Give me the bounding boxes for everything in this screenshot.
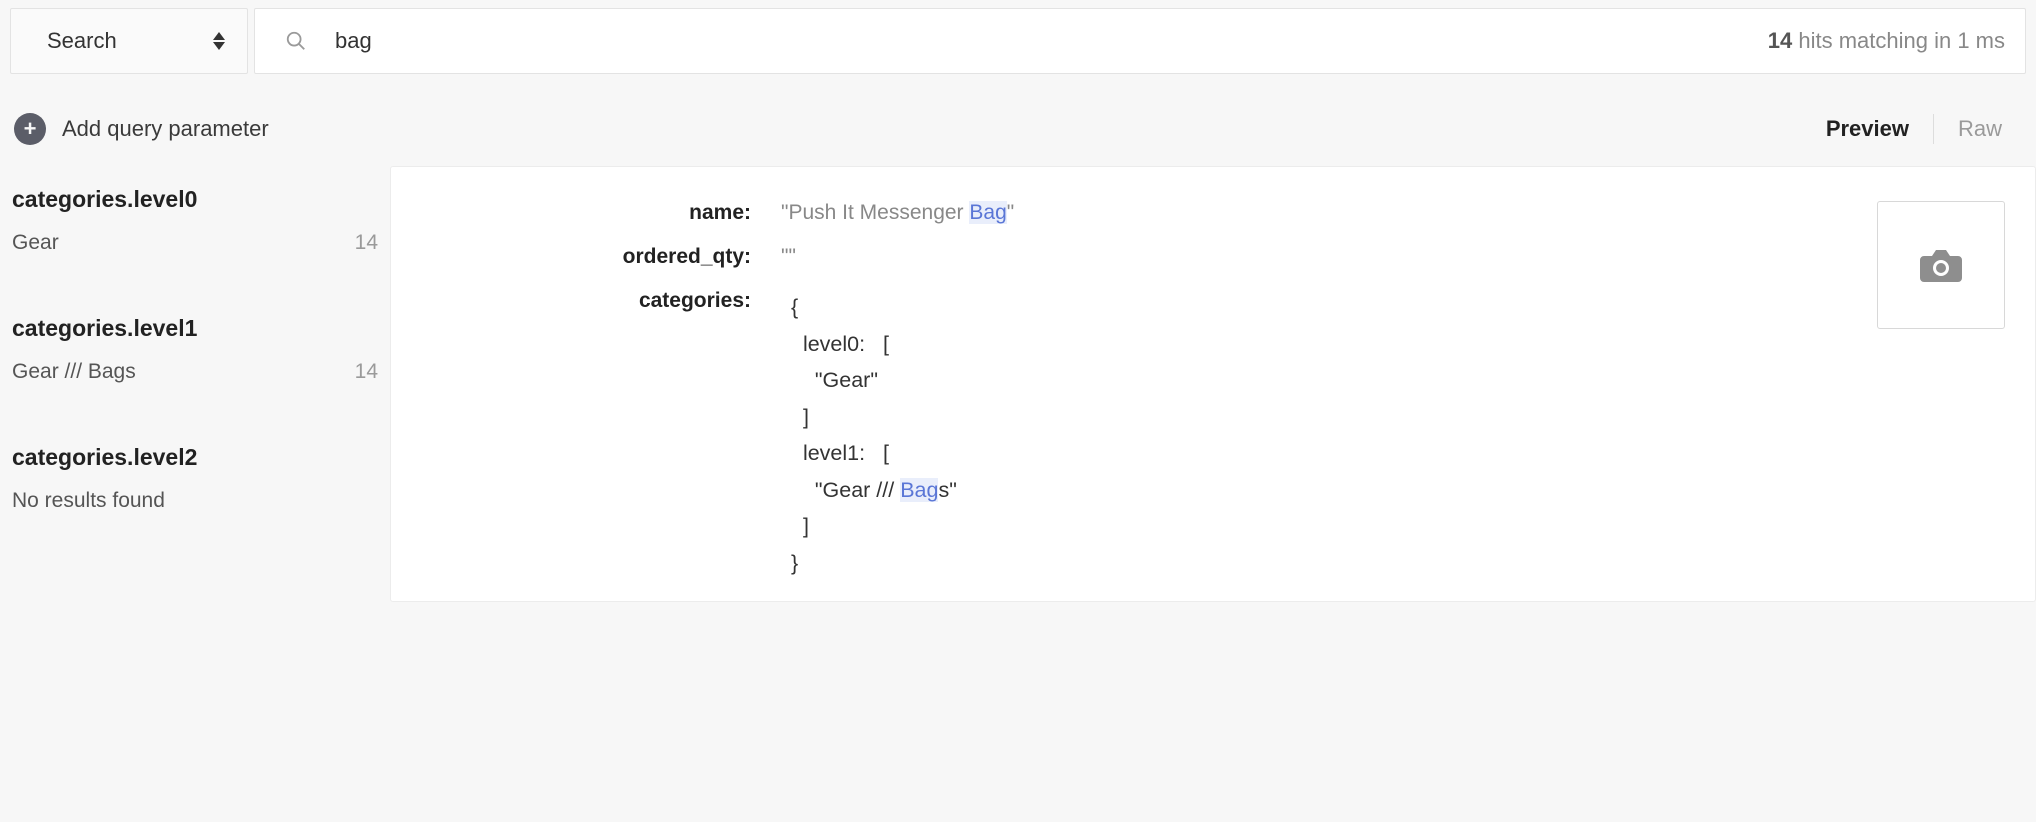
record-object: { level0: [ "Gear" ] level1: [ "Gear ///…	[761, 289, 957, 581]
collapse-triangle-icon[interactable]	[761, 289, 781, 301]
query-subbar: + Add query parameter Preview Raw	[0, 82, 2036, 166]
search-mode-select[interactable]: Search	[10, 8, 248, 74]
result-card: name: "Push It Messenger Bag" ordered_qt…	[390, 166, 2036, 602]
search-mode-label: Search	[47, 28, 117, 54]
add-query-parameter-label: Add query parameter	[62, 116, 269, 142]
record-value: ""	[761, 245, 796, 269]
facets-panel: categories.level0 Gear 14 categories.lev…	[0, 166, 390, 513]
search-input[interactable]	[335, 28, 1748, 54]
view-toggle-divider	[1933, 114, 1934, 144]
code-line: ]	[791, 508, 957, 545]
record-field-name: name: "Push It Messenger Bag"	[421, 201, 1847, 225]
code-line: {	[791, 289, 957, 326]
facet-title: categories.level2	[12, 444, 378, 471]
hit-count: 14	[1768, 28, 1792, 53]
record-key: categories:	[421, 289, 761, 313]
highlight: Bag	[900, 478, 938, 502]
search-bar: Search 14 hits matching in 1 ms	[0, 0, 2036, 82]
facet-item[interactable]: Gear /// Bags 14	[12, 360, 378, 384]
tab-preview[interactable]: Preview	[1806, 112, 1929, 146]
add-query-parameter-button[interactable]: + Add query parameter	[14, 113, 269, 145]
code-line: "Gear /// Bags"	[791, 472, 957, 509]
highlight: Bag	[969, 201, 1006, 224]
image-thumbnail[interactable]	[1877, 201, 2005, 329]
facet-title: categories.level0	[12, 186, 378, 213]
hit-tail: hits matching in 1 ms	[1792, 28, 2005, 53]
facet-empty: No results found	[12, 489, 378, 513]
facet-item-label: Gear	[12, 231, 59, 255]
hit-stats: 14 hits matching in 1 ms	[1748, 28, 2005, 54]
facet-block: categories.level1 Gear /// Bags 14	[12, 315, 378, 384]
record-key: ordered_qty:	[421, 245, 761, 269]
facet-title: categories.level1	[12, 315, 378, 342]
code-line: level1: [	[791, 435, 957, 472]
record-key: name:	[421, 201, 761, 225]
results-body: categories.level0 Gear 14 categories.lev…	[0, 166, 2036, 602]
camera-icon	[1918, 246, 1964, 284]
record-field-ordered-qty: ordered_qty: ""	[421, 245, 1847, 269]
facet-block: categories.level2 No results found	[12, 444, 378, 513]
view-toggle: Preview Raw	[1806, 112, 2022, 146]
search-icon	[285, 30, 307, 52]
plus-icon: +	[14, 113, 46, 145]
facet-block: categories.level0 Gear 14	[12, 186, 378, 255]
code-line: }	[791, 545, 957, 582]
tab-raw[interactable]: Raw	[1938, 112, 2022, 146]
record-preview: name: "Push It Messenger Bag" ordered_qt…	[421, 201, 1847, 581]
code-line: ]	[791, 399, 957, 436]
facet-item[interactable]: Gear 14	[12, 231, 378, 255]
code-line: "Gear"	[791, 362, 957, 399]
code-line: level0: [	[791, 326, 957, 363]
search-box: 14 hits matching in 1 ms	[254, 8, 2026, 74]
record-value: "Push It Messenger Bag"	[761, 201, 1014, 225]
record-field-categories: categories: { level0: [ "Gear" ] level1:…	[421, 289, 1847, 581]
facet-item-count: 14	[355, 360, 378, 384]
facet-item-count: 14	[355, 231, 378, 255]
facet-item-label: Gear /// Bags	[12, 360, 136, 384]
sort-updown-icon	[213, 32, 225, 50]
record-object-body: { level0: [ "Gear" ] level1: [ "Gear ///…	[791, 289, 957, 581]
